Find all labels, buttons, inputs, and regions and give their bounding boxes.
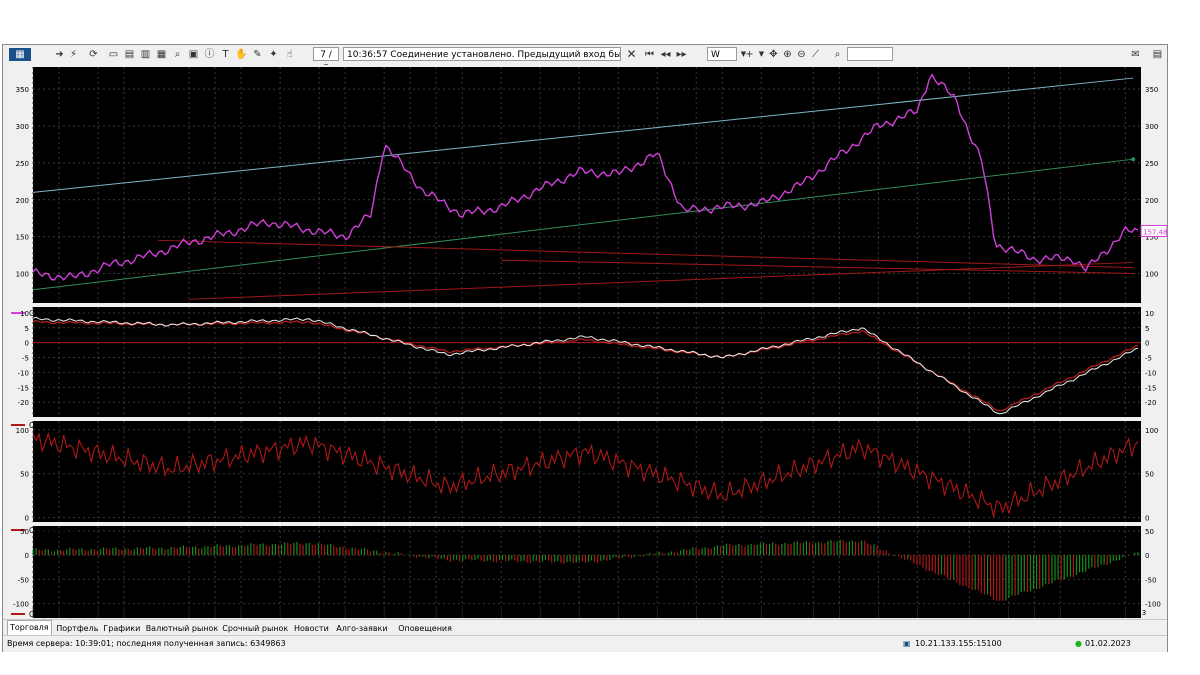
time-tick-label: Mar: [842, 609, 855, 617]
time-tick-label: 2021: [816, 609, 834, 617]
time-tick-label: Apr: [699, 609, 711, 617]
tab-2[interactable]: Графики: [101, 622, 142, 635]
time-tick-label: May: [244, 609, 258, 617]
time-tick-label: 2017: [192, 609, 210, 617]
time-tick-label: 2020: [660, 609, 678, 617]
price-pane[interactable]: [33, 67, 1141, 303]
y-tick-label-right: 50: [1145, 471, 1154, 479]
time-tick-label: 2018: [348, 609, 366, 617]
y-tick-label-left: 50: [20, 471, 29, 479]
time-tick-label: Oct: [465, 609, 477, 617]
y-tick-label-right: 0: [1145, 552, 1149, 560]
bottom-tabs: Торговля Портфель Графики Валютный рынок Сро…: [3, 619, 1167, 636]
time-tick-label: Aug: [1063, 609, 1077, 617]
time-tick-label: Nov: [322, 609, 336, 617]
time-tick-label: 2016: [36, 609, 54, 617]
y-tick-label-left: 50: [20, 528, 29, 536]
y-tick-label-right: 100: [1145, 427, 1158, 435]
tab-6[interactable]: Алго-заявки: [334, 622, 389, 635]
tab-3[interactable]: Валютный рынок: [144, 622, 221, 635]
time-tick-label: Jun: [1036, 609, 1048, 617]
y-tick-label-right: 350: [1145, 86, 1158, 94]
y-tick-label-left: 300: [16, 123, 29, 131]
y-tick-label-right: 10: [1145, 310, 1154, 318]
y-tick-label-left: -50: [18, 576, 29, 584]
time-tick-label: 2019: [504, 609, 522, 617]
time-tick-label: Jun: [880, 609, 892, 617]
last-price-label: 157.48: [1143, 228, 1167, 236]
legend-label: Сбербанк [Price]: [29, 309, 93, 318]
time-tick-label: Apr: [543, 609, 555, 617]
server-time-text: Время сервера: 10:39:01; последняя получ…: [7, 639, 286, 648]
y-tick-label-right: -100: [1145, 601, 1161, 609]
time-tick-label: 2022: [972, 609, 990, 617]
time-tick-label: 2023: [1128, 609, 1146, 617]
connection-status-icon: ●: [1075, 639, 1082, 648]
chart-area[interactable]: 350 350300 300250 250200 200150 150100 100Сбер…: [3, 45, 1167, 619]
time-tick-label: Sep: [920, 609, 934, 617]
status-bar: Время сервера: 10:39:01; последняя получ…: [3, 635, 1167, 652]
time-tick-label: Aug: [127, 609, 141, 617]
time-tick-label: Apr: [1011, 609, 1023, 617]
time-tick-label: Jun: [724, 609, 736, 617]
tab-5[interactable]: Новости: [292, 622, 331, 635]
y-tick-label-left: 0: [25, 515, 29, 523]
legend-label: Сбербанк [MACD]: [29, 421, 98, 430]
tab-4[interactable]: Срочный рынок: [220, 622, 290, 635]
y-tick-label-right: 250: [1145, 160, 1158, 168]
y-tick-label-left: -15: [18, 384, 29, 392]
y-tick-label-left: 100: [16, 427, 29, 435]
y-tick-label-left: -100: [13, 601, 29, 609]
y-tick-label-right: -15: [1145, 384, 1156, 392]
time-tick-label: Oct: [621, 609, 633, 617]
tab-0[interactable]: Торговля: [7, 620, 52, 636]
time-tick-label: Sep: [764, 609, 778, 617]
macd-pane[interactable]: [33, 307, 1141, 417]
y-tick-label-right: 50: [1145, 528, 1154, 536]
y-tick-label-right: -50: [1145, 576, 1156, 584]
y-tick-label-right: 5: [1145, 325, 1149, 333]
y-tick-label-right: 300: [1145, 123, 1158, 131]
y-tick-label-right: 0: [1145, 340, 1149, 348]
y-tick-label-right: 0: [1145, 515, 1149, 523]
y-tick-label-left: 100: [16, 271, 29, 279]
time-tick-label: Jun: [412, 609, 424, 617]
trendline-handle[interactable]: [1131, 157, 1136, 162]
date-text: 01.02.2023: [1085, 639, 1131, 648]
y-tick-label-left: 150: [16, 234, 29, 242]
time-tick-label: Aug: [439, 609, 453, 617]
server-address: 10.21.133.155:15100: [915, 639, 1002, 648]
time-tick-label: Mar: [62, 609, 75, 617]
trading-terminal-window: ▦ ➜ ⚡ ⟳ ▭ ▤ ▥ ▦ ⌕ ▣ ⓘ T ✋ ✎ ✦ ☝ 7 / 7 10…: [2, 44, 1168, 652]
y-tick-label-right: 100: [1145, 271, 1158, 279]
y-tick-label-left: -20: [18, 399, 29, 407]
legend-label: Сбербанк [RSI]: [29, 526, 87, 535]
y-tick-label-left: 200: [16, 197, 29, 205]
tab-7[interactable]: Оповещения: [396, 622, 454, 635]
y-tick-label-left: 0: [25, 552, 29, 560]
y-tick-label-right: -20: [1145, 399, 1156, 407]
y-tick-label-left: 0: [25, 340, 29, 348]
server-icon: ▣: [903, 639, 911, 648]
y-tick-label-right: 200: [1145, 197, 1158, 205]
y-tick-label-left: 10: [20, 310, 29, 318]
time-tick-label: Apr: [387, 609, 399, 617]
y-tick-label-left: -10: [18, 369, 29, 377]
time-tick-label: Mar: [218, 609, 231, 617]
y-tick-label-right: -5: [1145, 355, 1152, 363]
time-tick-label: Aug: [283, 609, 297, 617]
y-tick-label-left: 350: [16, 86, 29, 94]
y-tick-label-left: 250: [16, 160, 29, 168]
time-tick-label: Jul: [581, 609, 591, 617]
time-tick-label: Jun: [100, 609, 112, 617]
tab-1[interactable]: Портфель: [54, 622, 100, 635]
y-tick-label-right: -10: [1145, 369, 1156, 377]
y-tick-label-left: -5: [22, 355, 29, 363]
y-tick-label-left: 5: [25, 325, 29, 333]
